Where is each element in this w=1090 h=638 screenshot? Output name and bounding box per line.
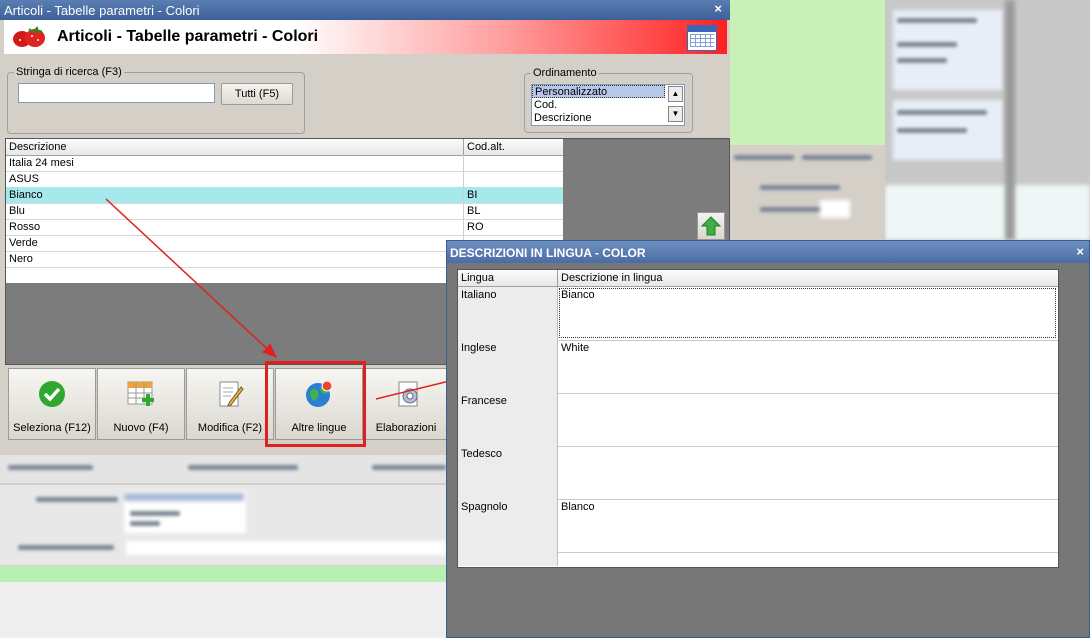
languages-window-title: DESCRIZIONI IN LINGUA - COLOR bbox=[450, 246, 646, 260]
arrow-to-languages-button bbox=[105, 198, 278, 359]
languages-titlebar: DESCRIZIONI IN LINGUA - COLOR × bbox=[447, 241, 1089, 263]
language-row-inglese[interactable]: Inglese White bbox=[458, 340, 1058, 394]
column-header-descrizione-lingua[interactable]: Descrizione in lingua bbox=[561, 272, 663, 284]
close-icon[interactable]: × bbox=[1076, 244, 1084, 259]
languages-grid: Lingua Descrizione in lingua Italiano Bi… bbox=[457, 269, 1059, 568]
language-row-tedesco[interactable]: Tedesco bbox=[458, 446, 1058, 500]
description-cell-active[interactable] bbox=[559, 288, 1056, 338]
language-row-empty bbox=[458, 552, 1058, 566]
languages-window: DESCRIZIONI IN LINGUA - COLOR × Lingua D… bbox=[446, 240, 1090, 638]
languages-grid-header: Lingua Descrizione in lingua bbox=[458, 270, 1058, 287]
language-row-italiano[interactable]: Italiano Bianco bbox=[458, 287, 1058, 341]
language-row-spagnolo[interactable]: Spagnolo Blanco bbox=[458, 499, 1058, 553]
column-header-lingua[interactable]: Lingua bbox=[461, 272, 494, 284]
language-row-francese[interactable]: Francese bbox=[458, 393, 1058, 447]
